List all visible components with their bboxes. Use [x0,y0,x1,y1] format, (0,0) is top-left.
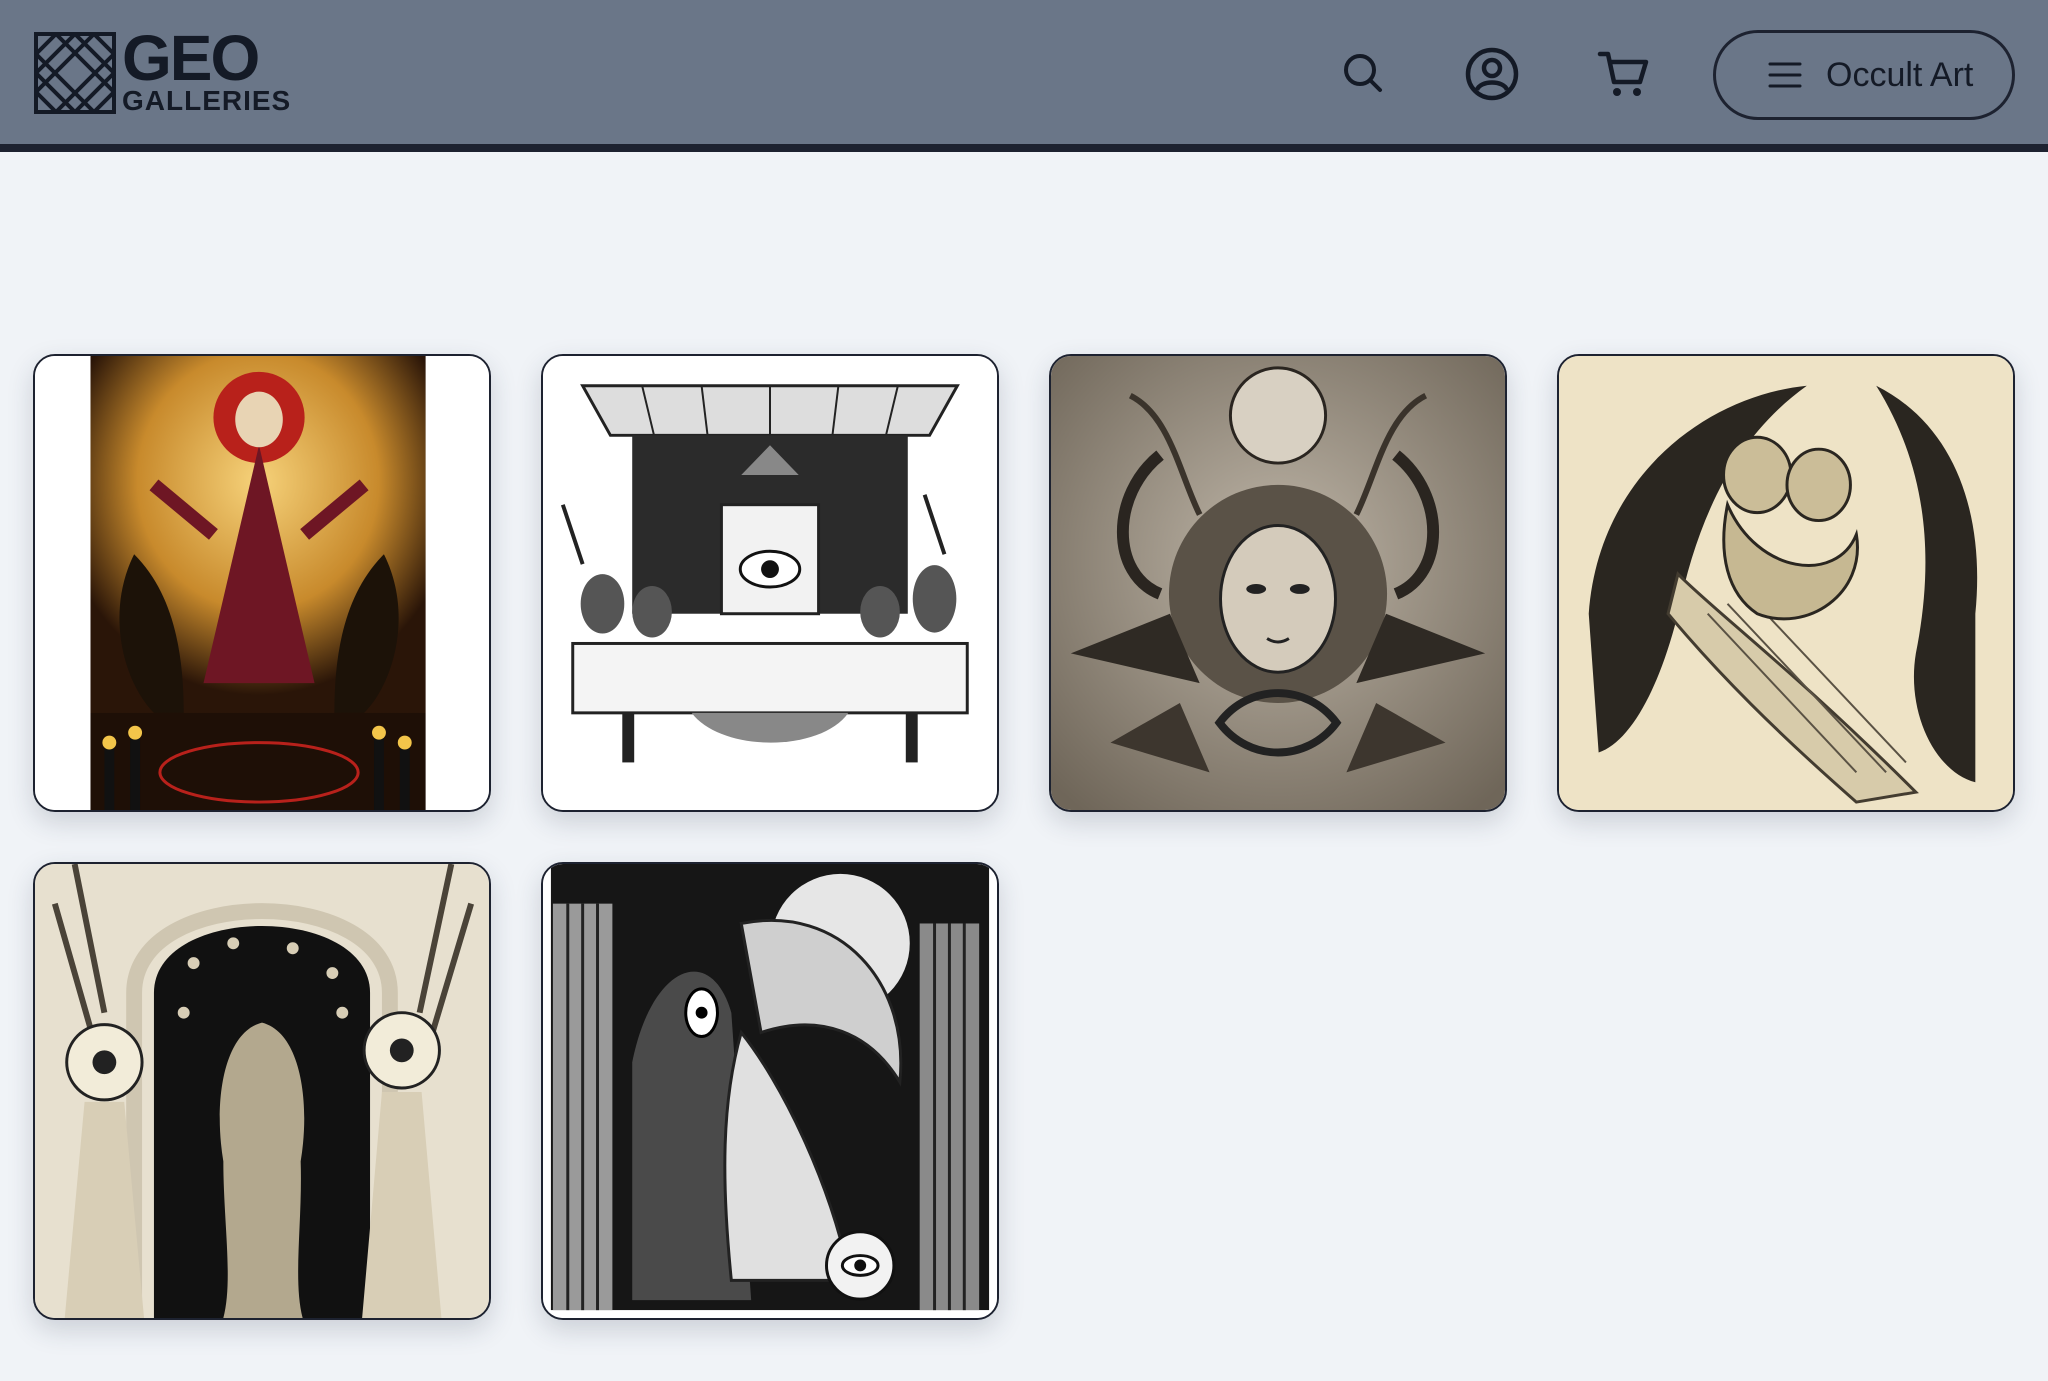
site-header: GEO GALLERIES Occult Art [0,0,2048,152]
artwork-angel-reaper[interactable] [541,862,999,1320]
artwork-winged-embrace[interactable] [1557,354,2015,812]
search-icon[interactable] [1334,44,1394,104]
hamburger-icon [1768,62,1802,88]
artwork-robed-ram-figure[interactable] [33,354,491,812]
menu-label: Occult Art [1826,55,1974,94]
logo-text-geo: GEO [122,22,260,94]
artwork-horned-medusa[interactable] [1049,354,1507,812]
logo-text-galleries: GALLERIES [122,85,292,116]
logo-mark-icon [34,32,116,114]
cart-icon[interactable] [1594,44,1654,104]
artwork-last-supper-animals[interactable] [541,354,999,812]
account-icon[interactable] [1462,44,1522,104]
artwork-eyed-trees-arch[interactable] [33,862,491,1320]
menu-button[interactable]: Occult Art [1713,30,2015,120]
geo-galleries-logo[interactable]: GEO GALLERIES [34,26,290,120]
